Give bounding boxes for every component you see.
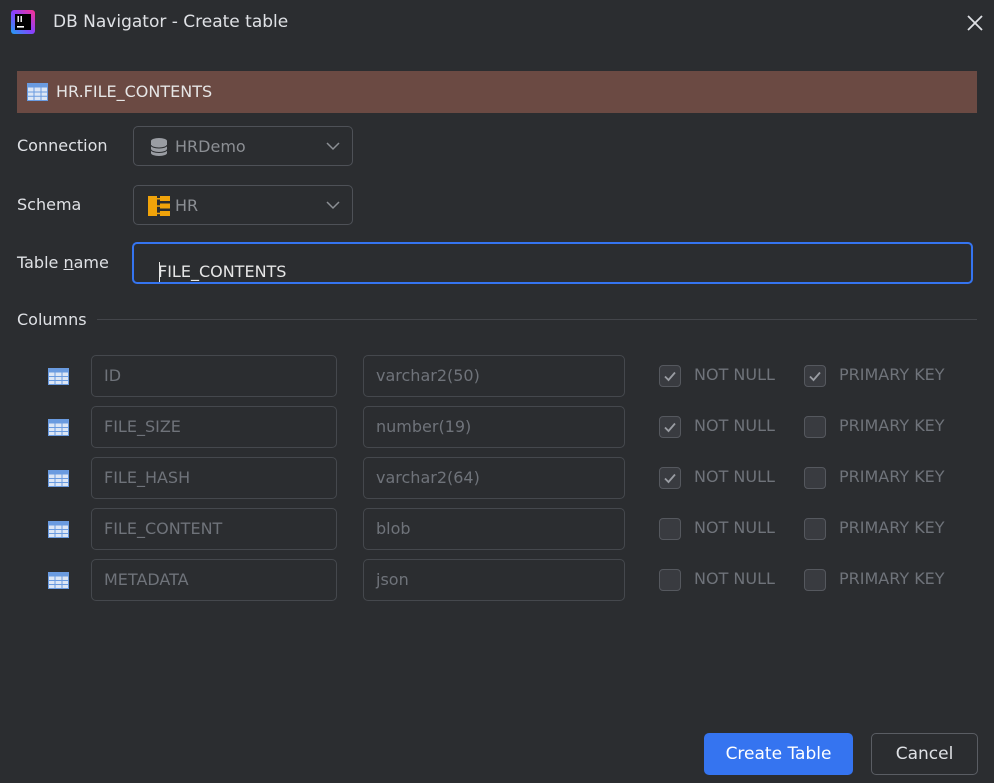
table-header-banner: HR.FILE_CONTENTS xyxy=(17,71,977,113)
column-name-value: FILE_HASH xyxy=(104,468,191,487)
connection-value: HRDemo xyxy=(175,137,246,156)
column-type-value: json xyxy=(376,570,409,589)
column-name-field[interactable]: ID xyxy=(91,355,337,397)
column-type-field[interactable]: varchar2(64) xyxy=(363,457,625,499)
primary-key-label: PRIMARY KEY xyxy=(839,365,945,384)
table-name-label-part: ame xyxy=(73,253,109,272)
column-name-field[interactable]: FILE_SIZE xyxy=(91,406,337,448)
column-name-value: FILE_SIZE xyxy=(104,417,181,436)
column-type-field[interactable]: blob xyxy=(363,508,625,550)
cancel-button[interactable]: Cancel xyxy=(871,733,978,775)
column-row: METADATA json NOT NULL PRIMARY KEY xyxy=(0,559,994,601)
table-name-input[interactable]: FILE_CONTENTS xyxy=(132,242,973,284)
column-row: FILE_SIZE number(19) NOT NULL PRIMARY KEY xyxy=(0,406,994,448)
column-type-value: blob xyxy=(376,519,411,538)
primary-key-checkbox[interactable] xyxy=(804,518,826,540)
schema-select[interactable]: HR xyxy=(133,185,353,225)
connection-label: Connection xyxy=(17,136,108,155)
title-bar: DB Navigator - Create table xyxy=(0,0,994,46)
column-name-value: FILE_CONTENT xyxy=(104,519,223,538)
column-icon xyxy=(48,521,69,538)
not-null-checkbox[interactable] xyxy=(659,416,681,438)
not-null-checkbox[interactable] xyxy=(659,365,681,387)
create-table-dialog: DB Navigator - Create table HR.FILE_CONT… xyxy=(0,0,994,783)
primary-key-label: PRIMARY KEY xyxy=(839,518,945,537)
table-icon xyxy=(27,83,48,101)
primary-key-checkbox[interactable] xyxy=(804,467,826,489)
columns-section-title: Columns xyxy=(17,310,87,329)
primary-key-checkbox[interactable] xyxy=(804,569,826,591)
column-type-field[interactable]: json xyxy=(363,559,625,601)
schema-label: Schema xyxy=(17,195,82,214)
not-null-label: NOT NULL xyxy=(694,518,775,537)
column-type-value: varchar2(50) xyxy=(376,366,480,385)
primary-key-label: PRIMARY KEY xyxy=(839,416,945,435)
not-null-label: NOT NULL xyxy=(694,467,775,486)
column-row: FILE_CONTENT blob NOT NULL PRIMARY KEY xyxy=(0,508,994,550)
table-name-label-part: Table xyxy=(17,253,64,272)
not-null-checkbox[interactable] xyxy=(659,569,681,591)
table-name-label-mnemonic: n xyxy=(63,253,74,272)
column-name-field[interactable]: FILE_HASH xyxy=(91,457,337,499)
not-null-label: NOT NULL xyxy=(694,416,775,435)
table-name-text: FILE_CONTENTS xyxy=(158,262,287,281)
not-null-label: NOT NULL xyxy=(694,569,775,588)
primary-key-checkbox[interactable] xyxy=(804,416,826,438)
column-row: FILE_HASH varchar2(64) NOT NULL PRIMARY KEY xyxy=(0,457,994,499)
column-type-field[interactable]: number(19) xyxy=(363,406,625,448)
column-name-field[interactable]: FILE_CONTENT xyxy=(91,508,337,550)
chevron-down-icon xyxy=(326,201,340,210)
not-null-checkbox[interactable] xyxy=(659,467,681,489)
column-name-value: ID xyxy=(104,366,122,385)
connection-select[interactable]: HRDemo xyxy=(133,126,353,166)
schema-value: HR xyxy=(175,196,199,215)
banner-title: HR.FILE_CONTENTS xyxy=(56,82,213,101)
database-icon xyxy=(150,138,168,156)
column-icon xyxy=(48,368,69,385)
column-row: ID varchar2(50) NOT NULL PRIMARY KEY xyxy=(0,355,994,397)
not-null-checkbox[interactable] xyxy=(659,518,681,540)
schema-icon xyxy=(148,196,170,216)
column-icon xyxy=(48,470,69,487)
table-name-label: Table name xyxy=(17,253,109,272)
not-null-label: NOT NULL xyxy=(694,365,775,384)
section-divider xyxy=(97,319,977,320)
window-title: DB Navigator - Create table xyxy=(53,12,289,32)
text-caret xyxy=(159,262,160,282)
primary-key-checkbox[interactable] xyxy=(804,365,826,387)
create-table-button[interactable]: Create Table xyxy=(704,733,853,775)
column-icon xyxy=(48,572,69,589)
primary-key-label: PRIMARY KEY xyxy=(839,467,945,486)
column-type-value: varchar2(64) xyxy=(376,468,480,487)
column-icon xyxy=(48,419,69,436)
close-icon[interactable] xyxy=(962,10,988,36)
column-type-value: number(19) xyxy=(376,417,472,436)
intellij-icon xyxy=(11,10,35,34)
primary-key-label: PRIMARY KEY xyxy=(839,569,945,588)
column-name-value: METADATA xyxy=(104,570,189,589)
column-type-field[interactable]: varchar2(50) xyxy=(363,355,625,397)
chevron-down-icon xyxy=(326,142,340,151)
column-name-field[interactable]: METADATA xyxy=(91,559,337,601)
